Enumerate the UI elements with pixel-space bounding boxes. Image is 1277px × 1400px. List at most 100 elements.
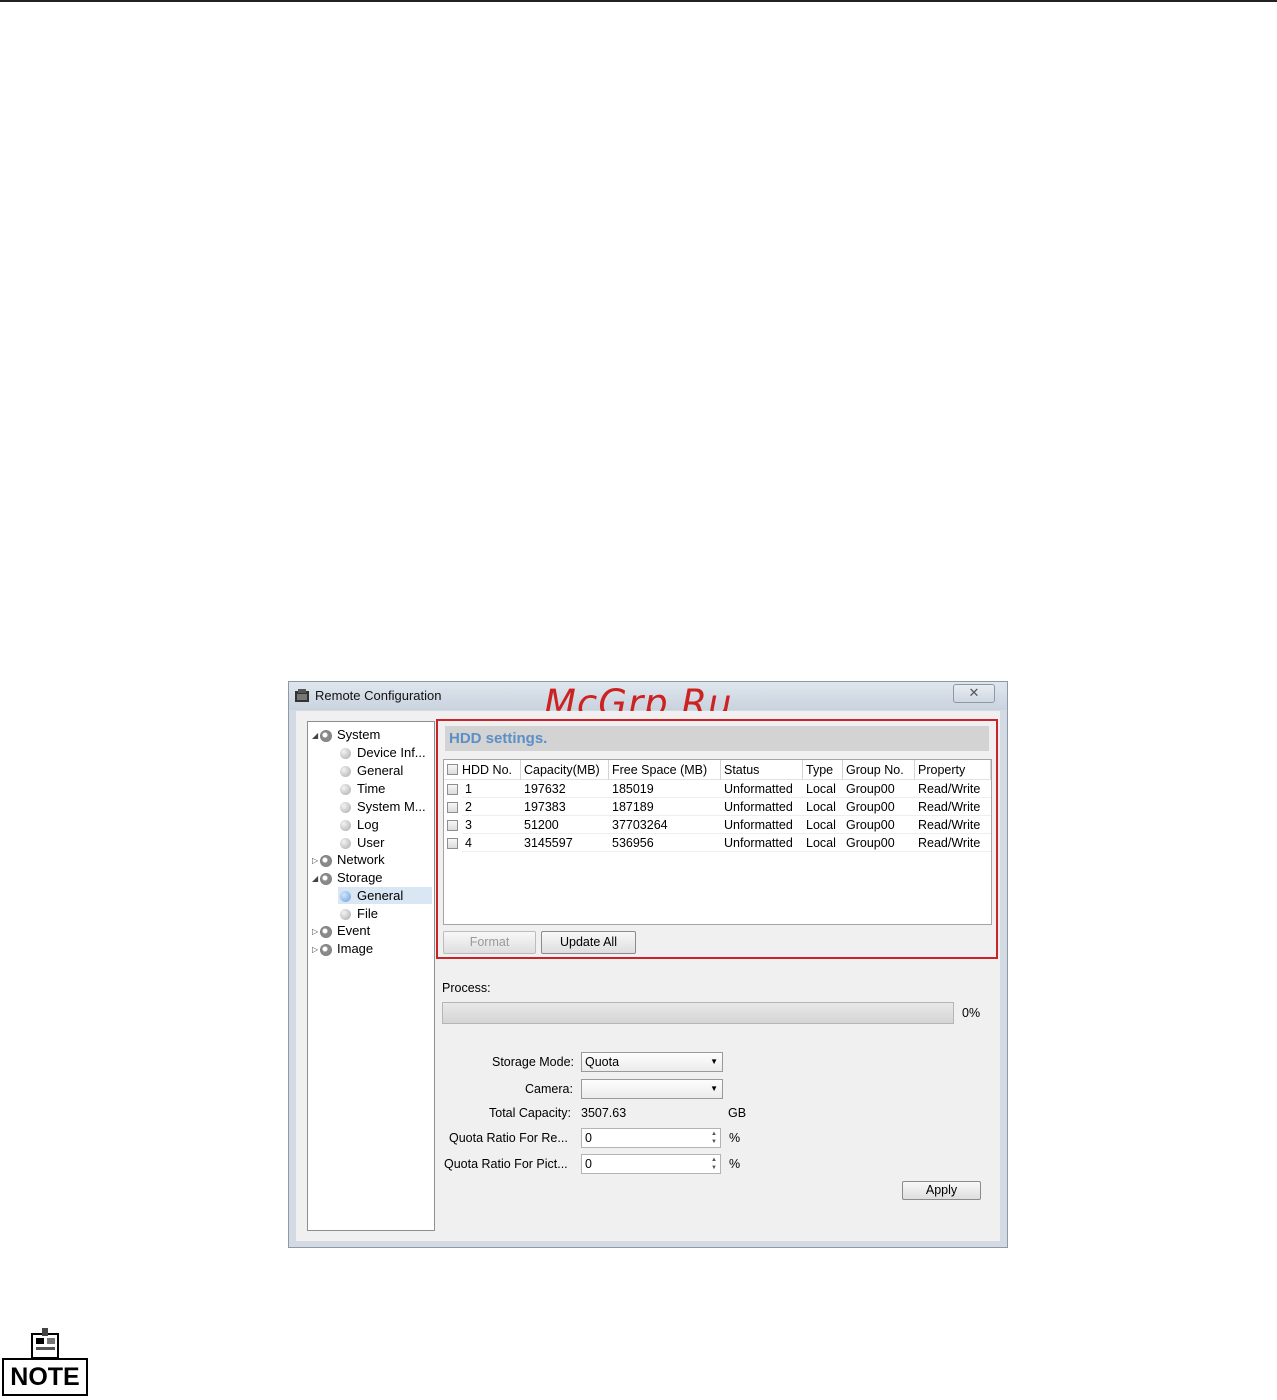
- tree-node-network[interactable]: ▷ Network: [312, 851, 385, 868]
- tree-node-event[interactable]: ▷ Event: [312, 922, 370, 939]
- table-cell: Group00: [843, 781, 915, 798]
- tree-node-storage[interactable]: ◢ Storage: [312, 869, 383, 886]
- table-cell: Local: [803, 835, 843, 852]
- collapsed-arrow-icon[interactable]: ▷: [312, 852, 320, 869]
- update-all-button[interactable]: Update All: [541, 931, 636, 954]
- tree-node-file[interactable]: File: [340, 905, 378, 922]
- tree-node-system-maintenance[interactable]: System M...: [340, 798, 426, 815]
- table-cell: 1: [462, 781, 521, 798]
- table-cell: Local: [803, 799, 843, 816]
- apply-button[interactable]: Apply: [902, 1181, 981, 1200]
- dot-icon: [340, 748, 351, 760]
- row-checkbox[interactable]: [447, 820, 458, 831]
- hdd-settings-heading: HDD settings.: [445, 726, 989, 751]
- tree-node-log[interactable]: Log: [340, 816, 379, 833]
- column-header-status[interactable]: Status: [721, 760, 803, 780]
- table-cell: Read/Write: [915, 817, 991, 834]
- column-header-group-no[interactable]: Group No.: [843, 760, 915, 780]
- dot-icon: [340, 802, 351, 814]
- column-header-capacity[interactable]: Capacity(MB): [521, 760, 609, 780]
- dropdown-arrow-icon: ▼: [710, 1084, 718, 1093]
- tree-node-image[interactable]: ▷ Image: [312, 940, 373, 957]
- collapsed-arrow-icon[interactable]: ▷: [312, 923, 320, 940]
- camera-select[interactable]: ▼: [581, 1079, 723, 1099]
- total-capacity-unit: GB: [728, 1106, 747, 1120]
- table-cell: Unformatted: [721, 835, 803, 852]
- gear-icon: [320, 925, 332, 938]
- expanded-arrow-icon[interactable]: ◢: [312, 727, 320, 744]
- total-capacity-label: Total Capacity:: [489, 1106, 571, 1120]
- progress-percent: 0%: [962, 1006, 981, 1020]
- table-cell: 3: [462, 817, 521, 834]
- gear-icon: [320, 872, 332, 885]
- close-button[interactable]: ✕: [953, 684, 995, 703]
- dot-icon: [340, 766, 351, 778]
- hdd-settings-panel: HDD settings. HDD No. Capacity(MB) Free …: [436, 719, 998, 959]
- storage-mode-select[interactable]: Quota ▼: [581, 1052, 723, 1072]
- table-cell: Unformatted: [721, 799, 803, 816]
- table-cell: 185019: [609, 781, 721, 798]
- tree-node-user[interactable]: User: [340, 834, 384, 851]
- table-cell: Read/Write: [915, 835, 991, 852]
- tree-node-general-storage[interactable]: General: [338, 887, 432, 904]
- dot-icon: [340, 838, 351, 850]
- gear-icon: [320, 729, 332, 742]
- table-cell: Group00: [843, 817, 915, 834]
- tree-node-general-system[interactable]: General: [340, 762, 403, 779]
- expanded-arrow-icon[interactable]: ◢: [312, 870, 320, 887]
- pushpin-icon: [31, 1328, 59, 1359]
- table-cell: 536956: [609, 835, 721, 852]
- column-header-hdd-no[interactable]: HDD No.: [444, 760, 521, 780]
- quota-ratio-record-unit: %: [729, 1131, 741, 1145]
- table-cell: 4: [462, 835, 521, 852]
- table-cell: Local: [803, 817, 843, 834]
- column-header-free-space[interactable]: Free Space (MB): [609, 760, 721, 780]
- total-capacity-value: 3507.63: [581, 1106, 627, 1120]
- remote-config-icon: [295, 689, 309, 702]
- spin-buttons-icon[interactable]: ▲ ▼: [709, 1156, 719, 1172]
- tree-node-device-info[interactable]: Device Inf...: [340, 744, 426, 761]
- process-label: Process:: [442, 981, 491, 995]
- collapsed-arrow-icon[interactable]: ▷: [312, 941, 320, 958]
- process-progress-bar: [442, 1002, 954, 1024]
- table-cell: 51200: [521, 817, 609, 834]
- close-icon: ✕: [968, 685, 980, 700]
- table-cell: Unformatted: [721, 781, 803, 798]
- dropdown-arrow-icon: ▼: [710, 1057, 718, 1066]
- table-cell: Read/Write: [915, 799, 991, 816]
- column-header-type[interactable]: Type: [803, 760, 843, 780]
- remote-configuration-window: Remote Configuration McGrp.Ru ✕ ◢ System …: [288, 681, 1008, 1248]
- quota-ratio-record-label: Quota Ratio For Re...: [449, 1131, 568, 1145]
- row-checkbox[interactable]: [447, 784, 458, 795]
- column-header-property[interactable]: Property: [915, 760, 991, 780]
- row-checkbox[interactable]: [447, 802, 458, 813]
- table-cell: 197632: [521, 781, 609, 798]
- note-icon: NOTE: [2, 1328, 90, 1398]
- select-all-checkbox[interactable]: [447, 764, 458, 775]
- table-cell: 2: [462, 799, 521, 816]
- window-client-area: ◢ System Device Inf... General Time Syste…: [296, 711, 1000, 1241]
- quota-ratio-picture-input[interactable]: 0 ▲ ▼: [581, 1154, 721, 1174]
- row-checkbox[interactable]: [447, 838, 458, 849]
- quota-ratio-picture-label: Quota Ratio For Pict...: [444, 1157, 568, 1171]
- table-cell: Unformatted: [721, 817, 803, 834]
- format-button[interactable]: Format: [443, 931, 536, 954]
- table-cell: 37703264: [609, 817, 721, 834]
- tree-node-system[interactable]: ◢ System: [312, 726, 380, 743]
- table-cell: Group00: [843, 799, 915, 816]
- quota-ratio-picture-unit: %: [729, 1157, 741, 1171]
- hdd-table: HDD No. Capacity(MB) Free Space (MB) Sta…: [443, 759, 992, 925]
- title-bar[interactable]: Remote Configuration McGrp.Ru ✕: [289, 682, 1007, 725]
- quota-ratio-record-input[interactable]: 0 ▲ ▼: [581, 1128, 721, 1148]
- table-cell: 197383: [521, 799, 609, 816]
- spin-buttons-icon[interactable]: ▲ ▼: [709, 1130, 719, 1146]
- gear-icon: [320, 854, 332, 867]
- navigation-tree: ◢ System Device Inf... General Time Syste…: [307, 721, 435, 1231]
- table-cell: Group00: [843, 835, 915, 852]
- camera-label: Camera:: [525, 1082, 573, 1096]
- note-label: NOTE: [2, 1358, 88, 1396]
- dot-icon: [340, 909, 351, 921]
- tree-node-time[interactable]: Time: [340, 780, 385, 797]
- page-top-rule: [0, 0, 1277, 2]
- dot-icon: [340, 784, 351, 796]
